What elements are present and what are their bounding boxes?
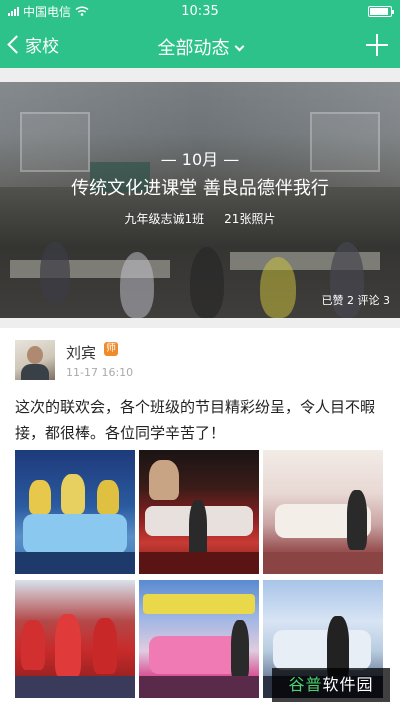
photo-figure [97,480,119,514]
post-photo-1[interactable] [15,450,135,574]
photo-figure [55,614,81,678]
photo-stage [15,552,135,574]
carrier-label: 中国电信 [23,4,72,19]
post-author[interactable]: 刘宾 [66,342,96,363]
post-photo-4[interactable] [15,580,135,698]
banner-photo-student [260,257,296,318]
banner-photo-student [40,242,70,302]
page-title: 全部动态 [157,38,230,59]
post-photo-5[interactable] [139,580,259,698]
post-text: 这次的联欢会，各个班级的节目精彩纷呈，令人目不暇接，都很棒。各位同学辛苦了！ [15,398,376,442]
album-class: 九年级志诚1班 [124,212,205,226]
post-photo-3[interactable] [263,450,383,574]
album-photo-count: 21张照片 [224,212,276,226]
photo-figure [149,460,179,500]
teacher-badge: 师 [104,342,118,356]
signal-icon [8,6,19,16]
album-stats: 已赞 2 评论 3 [321,294,391,307]
photo-figure [143,594,255,614]
photo-stage [139,552,259,574]
photo-stage [263,552,383,574]
album-title: 传统文化进课堂 善良品德伴我行 [71,178,329,199]
album-banner[interactable]: — 10月 — 传统文化进课堂 善良品德伴我行 九年级志诚1班 21张照片 已赞 … [0,82,400,318]
watermark-text-1: 谷普 [288,675,323,694]
photo-figure [21,620,45,670]
nav-bar: 家校 全部动态 [0,22,400,68]
photo-figure [231,620,249,680]
battery-fill [370,8,388,15]
wifi-icon [75,6,89,16]
photo-stage [15,676,135,698]
banner-photo-student [190,247,224,318]
photo-figure [347,490,367,550]
photo-figure [93,618,117,674]
photo-figure [61,474,85,514]
battery-icon [368,6,394,17]
photo-figure [273,630,371,670]
album-meta: 九年级志诚1班 21张照片 [0,210,400,227]
avatar[interactable] [15,340,55,380]
plus-icon[interactable] [366,34,388,56]
banner-photo-student [120,252,154,318]
watermark-logo: 谷普软件园 [272,668,390,702]
photo-stage [139,676,259,698]
photo-figure [29,480,51,514]
post-timestamp: 11-17 16:10 [66,366,134,379]
avatar-body [21,364,49,380]
feed-filter-dropdown[interactable]: 全部动态 [0,34,400,60]
watermark-text-2: 软件园 [322,675,374,694]
avatar-head [27,346,43,364]
dropdown-caret-icon [234,41,244,52]
album-month: — 10月 — [160,150,240,169]
post-photo-2[interactable] [139,450,259,574]
photo-figure [23,514,127,554]
status-bar: 中国电信 10:35 [0,0,400,22]
status-left: 中国电信 [8,3,89,20]
